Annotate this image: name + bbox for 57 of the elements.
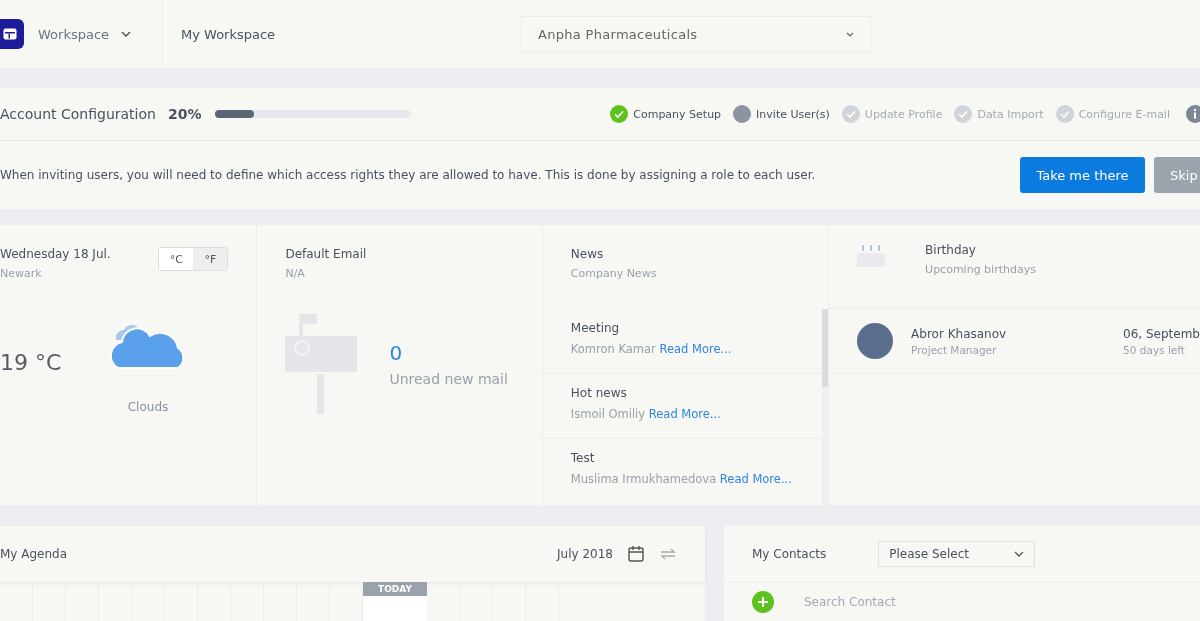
widget-title: My Agenda — [0, 547, 69, 561]
cake-icon — [857, 243, 886, 267]
hint-message: When inviting users, you will need to define which access rights they are allowed to have. This is done by assigning a role to each user. — [0, 168, 817, 182]
news-author: Ismoil Omiliy Read More... — [570, 406, 722, 422]
chevron-down-icon — [846, 31, 854, 37]
search-contact-field[interactable]: Search Contact — [802, 594, 1006, 610]
weather-date: Wednesday 18 Jul. — [0, 247, 111, 261]
avatar — [857, 323, 894, 359]
today-label: TODAY — [363, 582, 427, 596]
take-me-there-button[interactable]: Take me there — [1020, 157, 1145, 193]
unit-toggle[interactable]: °F — [193, 248, 228, 270]
widget-subtitle: Company News — [570, 267, 658, 280]
widget-title: Default Email — [285, 247, 368, 261]
news-title: Meeting — [570, 321, 621, 335]
chevron-down-icon — [1014, 551, 1025, 557]
info-icon[interactable] — [1186, 105, 1200, 123]
news-title: Test — [570, 451, 596, 465]
days-left: 50 days left — [1123, 343, 1186, 356]
widget-subtitle: Upcoming birthdays — [925, 263, 1036, 276]
month-label: July 2018 — [557, 547, 613, 561]
step-label: Company Setup — [633, 107, 722, 121]
app-logo-icon[interactable] — [0, 19, 24, 49]
unread-count: 0 — [389, 341, 404, 365]
widget-title: News — [570, 247, 605, 261]
progress-percent: 20% — [168, 106, 203, 122]
scrollbar[interactable] — [822, 309, 829, 505]
workspace-name: My Workspace — [181, 26, 277, 42]
weather-condition: Clouds — [127, 400, 169, 414]
news-author: Muslima Irmukhamedova Read More... — [570, 471, 793, 487]
read-more-link[interactable]: Read More... — [719, 472, 792, 486]
step-label: Configure E-mail — [1078, 107, 1170, 121]
birthday-date: 06, Septemb — [1123, 326, 1200, 341]
news-title: Hot news — [570, 386, 628, 400]
read-more-link[interactable]: Read More... — [648, 407, 721, 421]
chevron-down-icon — [121, 31, 132, 37]
weather-city: Newark — [0, 267, 43, 280]
refresh-icon[interactable] — [659, 546, 677, 562]
person-name: Abror Khasanov — [911, 326, 1008, 341]
skip-button[interactable]: Skip — [1154, 157, 1200, 193]
company-select[interactable]: Anpha Pharmaceuticals — [521, 16, 871, 52]
unit-toggle[interactable]: °C — [159, 248, 194, 270]
step-label: Invite User(s) — [756, 107, 830, 121]
read-more-link[interactable]: Read More... — [659, 342, 732, 356]
email-address: N/A — [285, 267, 306, 280]
unread-caption: Unread new mail — [389, 371, 508, 387]
widget-title: My Contacts — [752, 547, 827, 561]
temperature: 19 °C — [0, 349, 63, 375]
add-icon[interactable] — [752, 591, 774, 613]
calendar-icon[interactable] — [627, 545, 645, 563]
widget-title: Birthday — [925, 243, 977, 257]
contact-filter-select[interactable]: Please Select — [878, 541, 1036, 567]
section-title: Account Configuration — [0, 106, 157, 122]
news-author: Komron Kamar Read More... — [570, 341, 733, 357]
person-role: Project Manager — [911, 343, 998, 356]
step-label: Data Import — [977, 107, 1044, 121]
step-label: Update Profile — [864, 107, 943, 121]
workspace-menu[interactable]: Workspace — [38, 0, 163, 68]
